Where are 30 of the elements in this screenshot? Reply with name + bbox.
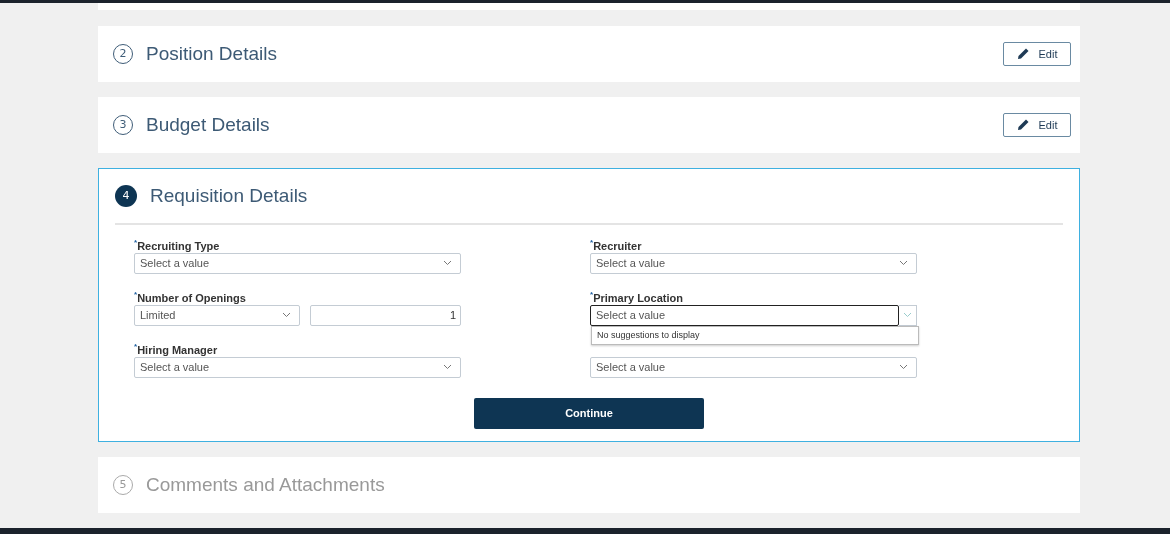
edit-button[interactable]: Edit <box>1003 112 1071 137</box>
number-field[interactable]: 1 <box>310 304 461 326</box>
chevron-down-icon <box>899 260 908 267</box>
field-label: $^{*}$Recruiter <box>590 236 643 253</box>
chevron-down-icon <box>899 364 908 371</box>
select-field[interactable]: Limited <box>134 304 300 326</box>
chevron-down-icon <box>903 312 912 319</box>
select-field[interactable]: Select a value <box>590 252 917 274</box>
step-number: 4 <box>115 184 137 207</box>
chevron-down-icon <box>443 260 452 267</box>
section-title: Position Details <box>146 42 277 65</box>
field-label: $^{*}$Hiring Manager <box>134 340 219 357</box>
select-field[interactable]: Select a value <box>590 304 899 326</box>
select-field[interactable]: Select a value <box>134 356 461 378</box>
chevron-down-icon <box>443 364 452 371</box>
select-field[interactable]: Select a value <box>134 252 461 274</box>
empty-message: No suggestions to display <box>597 330 700 341</box>
dropdown-toggle[interactable] <box>899 304 917 326</box>
section-title: Budget Details <box>146 113 270 136</box>
pencil-icon <box>1016 47 1030 61</box>
section-title: Comments and Attachments <box>146 473 385 496</box>
select-field[interactable]: Select a value <box>590 356 917 378</box>
section-title: Requisition Details <box>150 184 308 207</box>
chevron-down-icon <box>282 312 291 319</box>
field-label: $^{*}$Primary Location <box>590 288 684 305</box>
field-label: $^{*}$Recruiting Type <box>134 236 221 253</box>
pencil-icon <box>1016 118 1030 132</box>
edit-button[interactable]: Edit <box>1003 41 1071 66</box>
continue-button[interactable]: Continue <box>474 397 704 429</box>
field-label: $^{*}$Number of Openings <box>134 288 247 305</box>
